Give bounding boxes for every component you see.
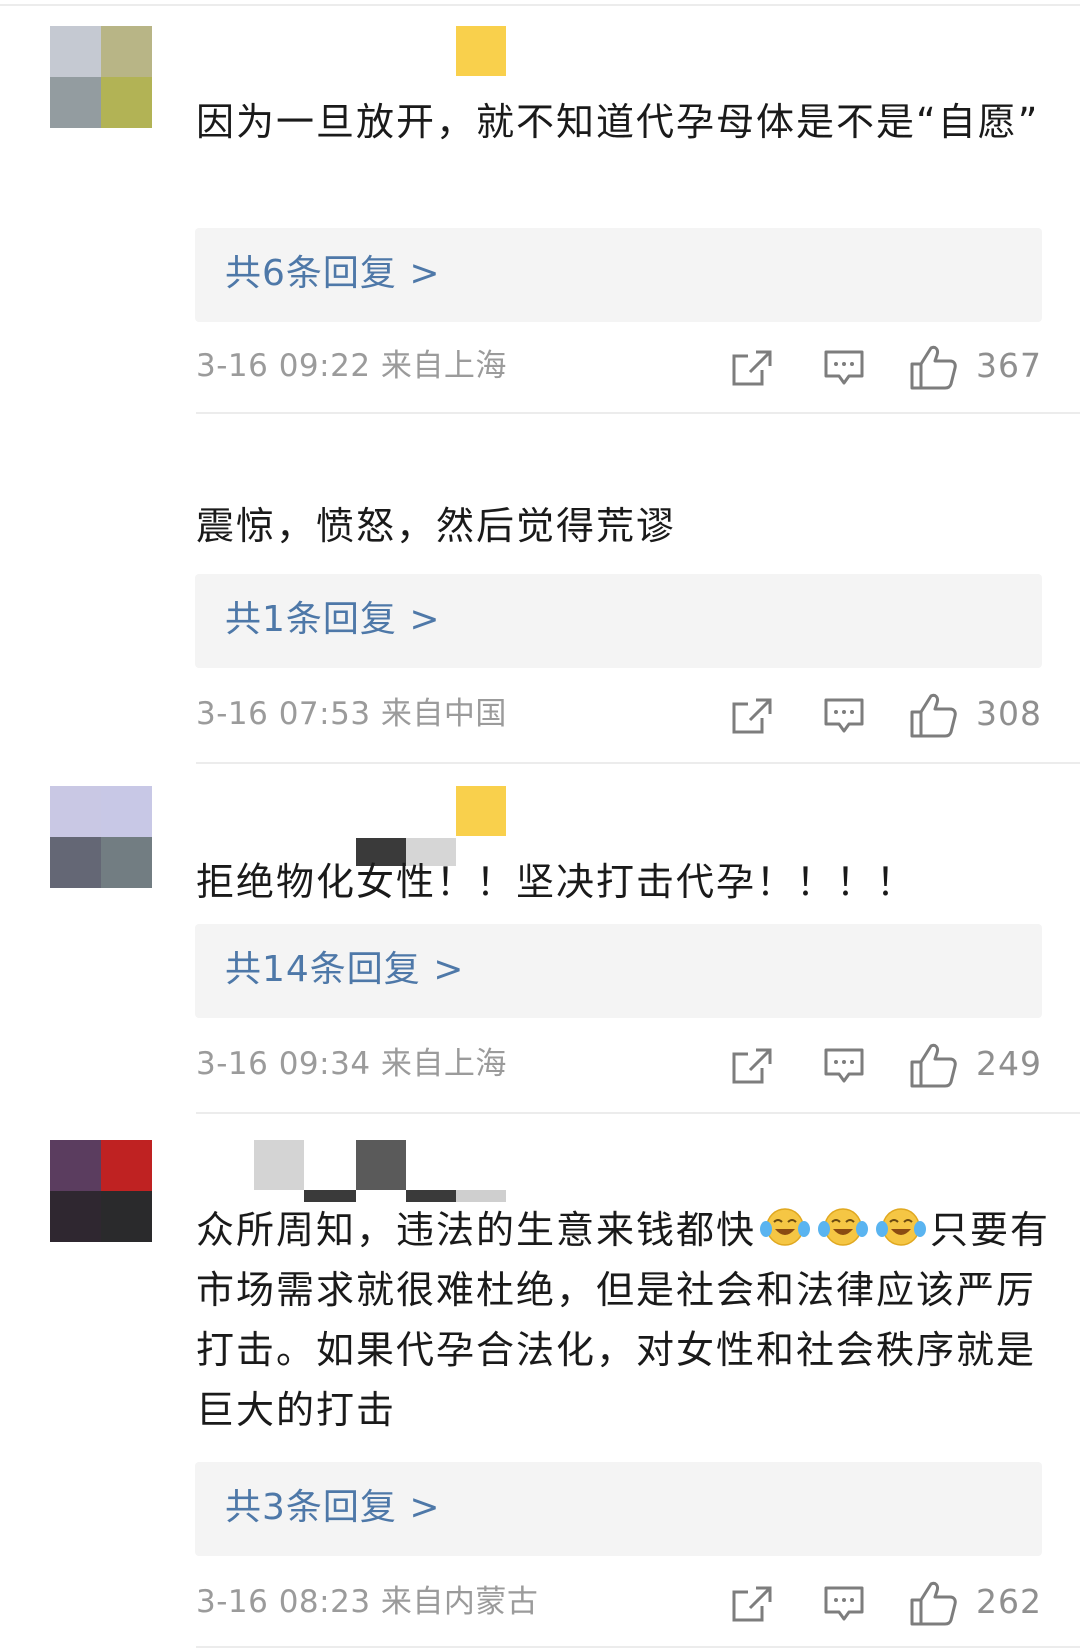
- share-icon[interactable]: [730, 1584, 774, 1624]
- comment-item: 众所周知，违法的生意来钱都快 只要有市场需求就很难杜绝，但是社会和法律应该严厉打…: [0, 0, 1080, 1651]
- comment-text: 众所周知，违法的生意来钱都快 只要有市场需求就很难杜绝，但是社会和法律应该严厉打…: [196, 1200, 1056, 1440]
- comment-icon[interactable]: [822, 1584, 866, 1624]
- avatar[interactable]: [50, 1140, 152, 1242]
- laughing-crying-emoji-icon: [760, 1208, 811, 1246]
- thumbs-up-icon[interactable]: [908, 1578, 958, 1628]
- divider: [196, 1646, 1080, 1648]
- laughing-crying-emoji-icon: [876, 1208, 927, 1246]
- view-replies-button[interactable]: 共3条回复 >: [195, 1462, 1042, 1556]
- replies-label: 共3条回复 >: [225, 1487, 441, 1528]
- timestamp-location: 3-16 08:23 来自内蒙古: [196, 1584, 539, 1620]
- comment-text-part: 众所周知，违法的生意来钱都快: [196, 1208, 757, 1252]
- laughing-crying-emoji-icon: [818, 1208, 869, 1246]
- like-count: 262: [976, 1582, 1042, 1621]
- comment-meta: 3-16 08:23 来自内蒙古 262: [196, 1576, 1042, 1632]
